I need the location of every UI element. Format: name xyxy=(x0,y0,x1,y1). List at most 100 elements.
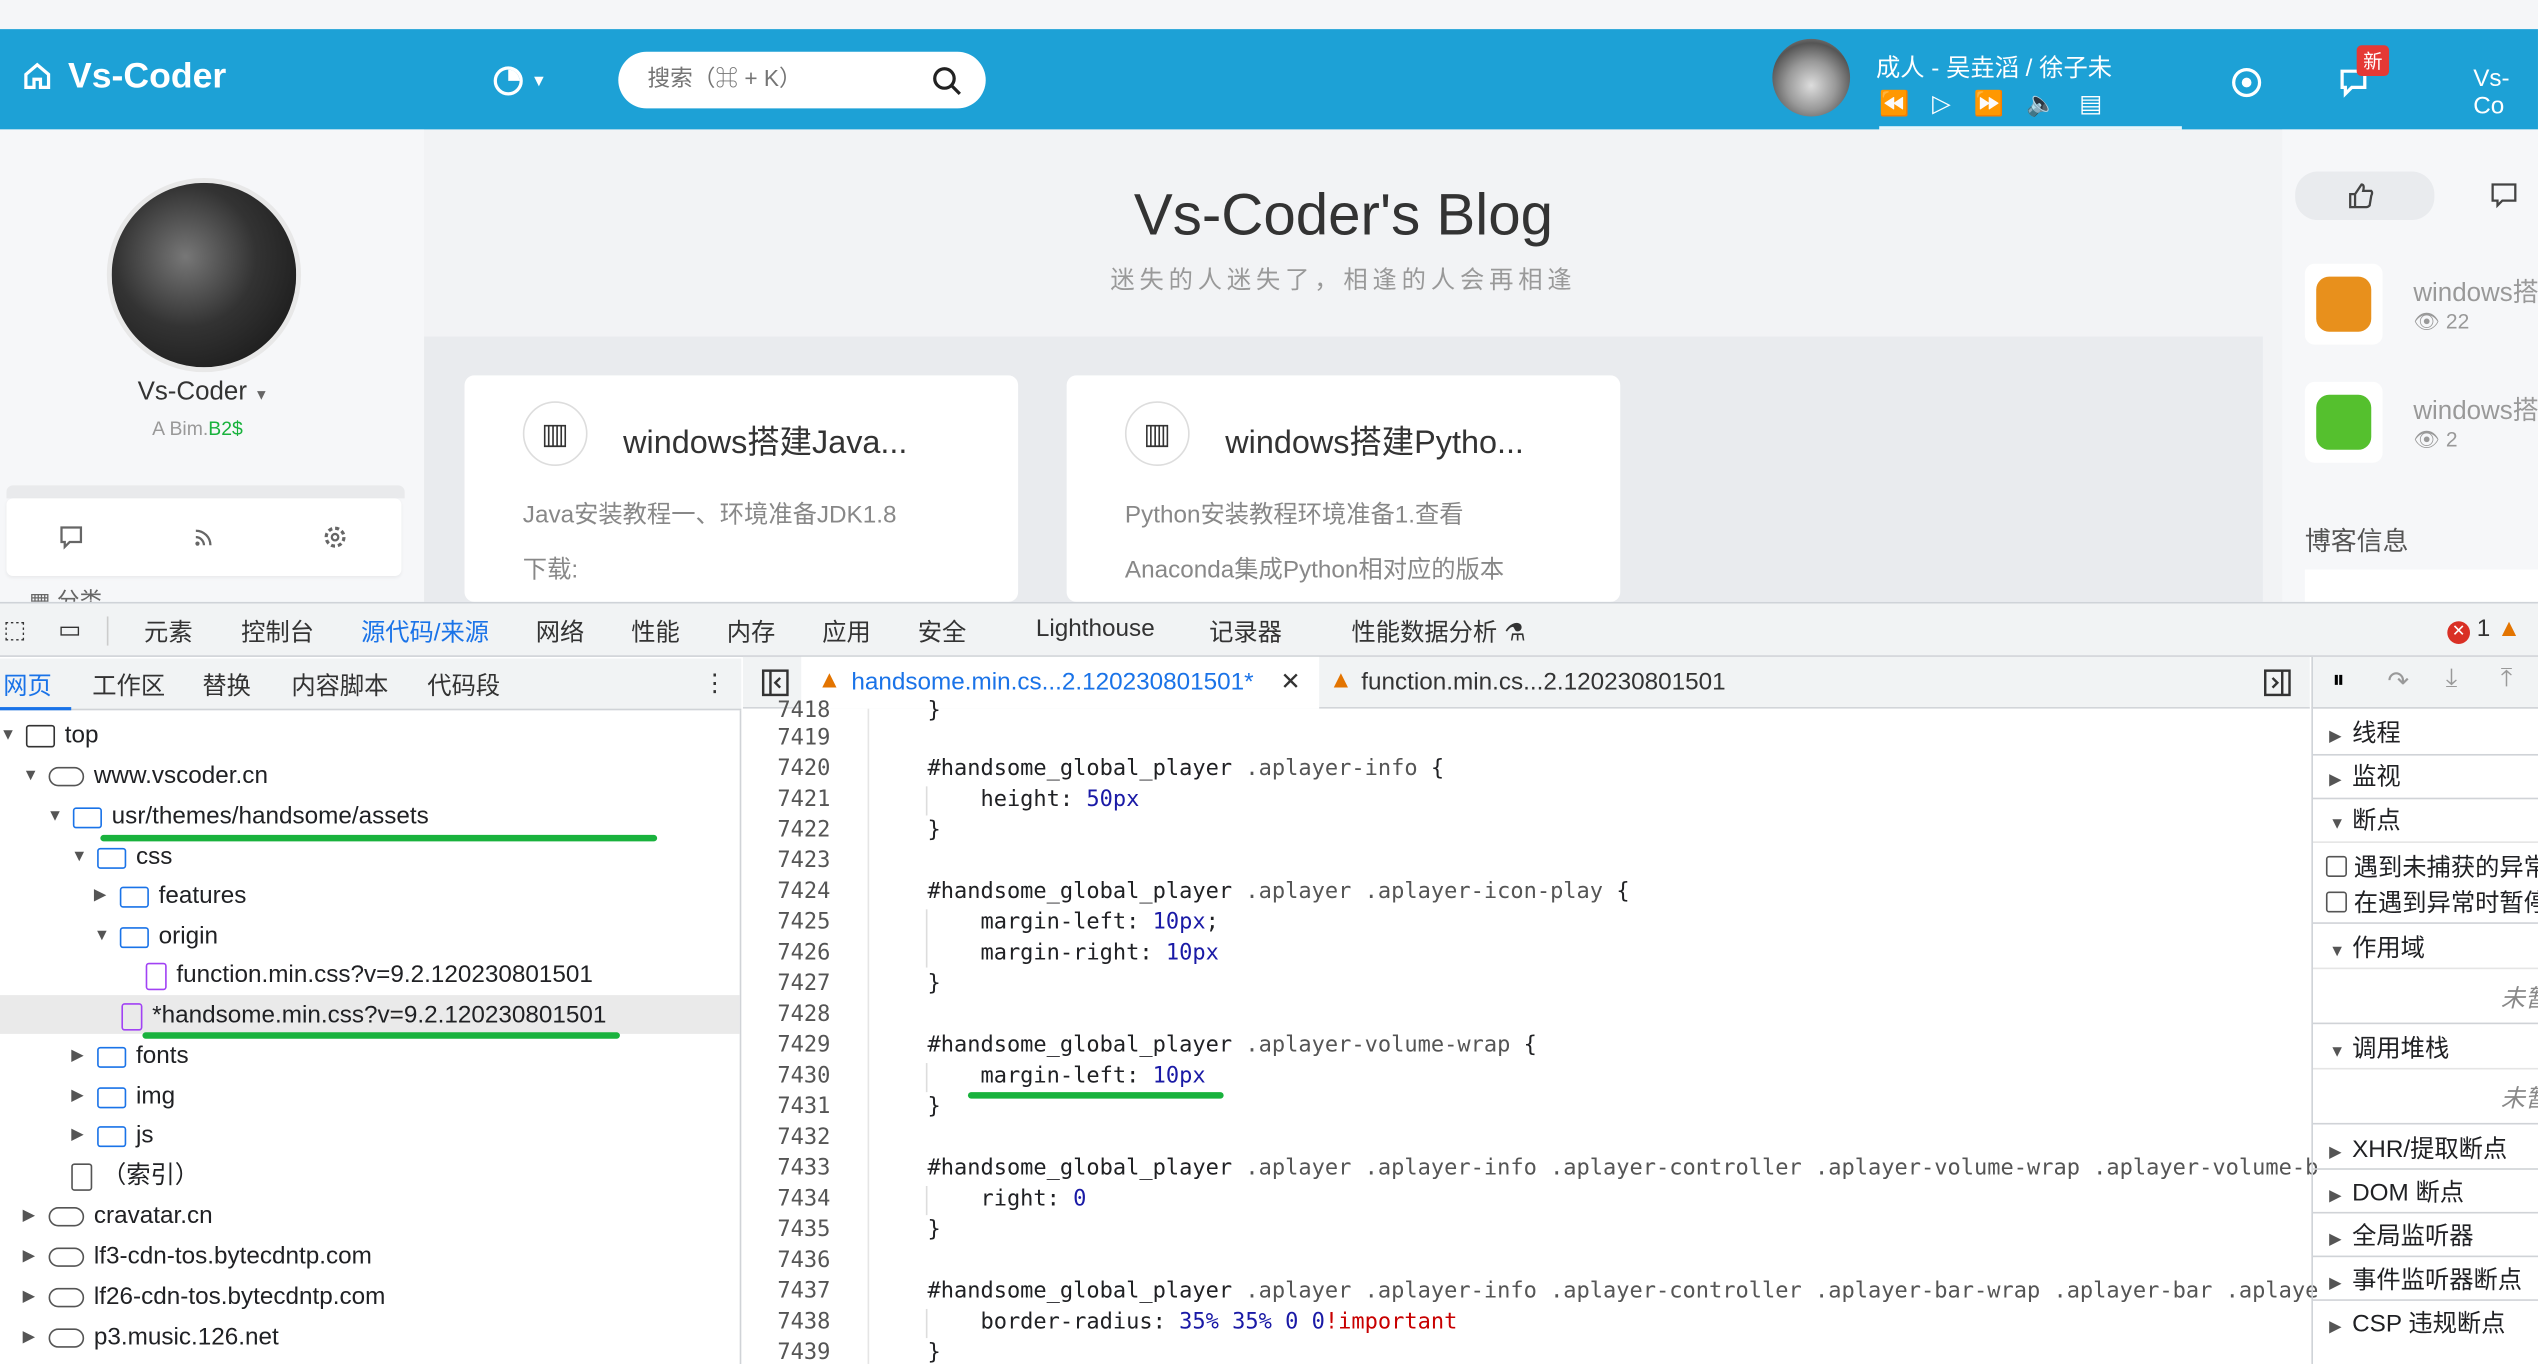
search-icon[interactable] xyxy=(932,66,961,95)
tree-item[interactable]: function.min.css?v=9.2.120230801501 xyxy=(145,956,593,995)
search-input[interactable] xyxy=(647,64,907,91)
indent-guide xyxy=(925,1185,928,1216)
tree-item[interactable]: ▼ css xyxy=(71,838,172,877)
tab-sources[interactable]: 源代码/来源 xyxy=(360,615,490,664)
step-out-icon[interactable]: ⤒ xyxy=(2501,665,2512,694)
blog-info-heading: 博客信息 xyxy=(2304,529,2409,557)
step-over-icon[interactable]: ↷ xyxy=(2387,665,2409,697)
post-card[interactable]: ▥ windows搭建Pytho... Python安装教程环境准备1.查看 An… xyxy=(1066,375,1621,602)
tab-hot[interactable] xyxy=(2295,171,2435,221)
section-threads[interactable]: ▶ 线程 xyxy=(2329,715,2401,749)
device-toggle-icon[interactable]: ▭ xyxy=(58,615,81,644)
tab-application[interactable]: 应用 xyxy=(822,615,871,649)
section-breakpoints[interactable]: ▼ 断点 xyxy=(2329,803,2401,837)
theme-switcher[interactable]: ▼ xyxy=(492,65,547,97)
previous-icon[interactable]: ⏪ xyxy=(1879,89,1909,119)
recent-post[interactable]: windows搭 👁 22 xyxy=(2304,263,2538,348)
close-icon[interactable]: ✕ xyxy=(1280,667,1300,696)
tab-network[interactable]: 网络 xyxy=(536,615,585,649)
blog-subtitle: 迷失的人迷失了，相逢的人会再相逢 xyxy=(1110,266,1577,295)
site-logo[interactable]: Vs-Coder xyxy=(23,55,227,97)
line-number: 7423 xyxy=(777,847,831,874)
lyrics-icon[interactable]: ▤ xyxy=(2079,89,2102,119)
tab-memory[interactable]: 内存 xyxy=(727,615,776,649)
comment-icon[interactable] xyxy=(2489,181,2518,210)
tab-overrides[interactable]: 替换 xyxy=(202,668,251,702)
next-icon[interactable]: ⏩ xyxy=(1973,89,2003,119)
recent-post[interactable]: windows搭 👁 2 xyxy=(2304,381,2538,466)
rss-icon[interactable] xyxy=(191,524,217,550)
section-csp-breakpoints[interactable]: ▶ CSP 违规断点 xyxy=(2329,1306,2505,1340)
code-line: #handsome_global_player .aplayer .aplaye… xyxy=(927,1278,2319,1305)
section-dom-breakpoints[interactable]: ▶ DOM 断点 xyxy=(2329,1175,2464,1209)
user-name[interactable]: Vs-Coder ▼ xyxy=(138,379,269,408)
tree-item[interactable]: ▼ www.vscoder.cn xyxy=(23,757,268,796)
tab-workspace[interactable]: 工作区 xyxy=(92,668,165,702)
tree-item[interactable]: ▶ img xyxy=(71,1078,175,1117)
post-title[interactable]: windows搭 xyxy=(2413,388,2538,427)
tab-lighthouse[interactable]: Lighthouse xyxy=(1036,615,1155,643)
tree-item[interactable]: ▶ lf26-cdn-tos.bytecdntp.com xyxy=(23,1278,386,1317)
step-into-icon[interactable]: ⤓ xyxy=(2446,665,2457,694)
eye-icon: 👁 xyxy=(2413,309,2441,334)
tab-content-scripts[interactable]: 内容脚本 xyxy=(291,668,388,702)
header-right-label[interactable]: Vs-Co xyxy=(2473,65,2538,120)
tree-item[interactable]: ▶ p3.music.126.net xyxy=(23,1319,279,1358)
section-call-stack[interactable]: ▼ 调用堆栈 xyxy=(2329,1031,2449,1065)
section-global-listeners[interactable]: ▶ 全局监听器 xyxy=(2329,1218,2473,1252)
editor-tab[interactable]: ▲ function.min.cs...2.120230801501 xyxy=(1319,657,1772,709)
tree-item[interactable]: ▼ usr/themes/handsome/assets xyxy=(47,798,429,837)
target-icon[interactable] xyxy=(2230,66,2262,98)
checkbox-uncaught[interactable]: 遇到未捕获的异常 xyxy=(2325,849,2538,883)
checkbox-caught[interactable]: 在遇到异常时暂停 xyxy=(2325,885,2538,919)
post-card[interactable]: ▥ windows搭建Java... Java安装教程一、环境准备JDK1.8 下… xyxy=(464,375,1019,602)
post-thumbnail xyxy=(2304,381,2383,463)
inspect-icon[interactable]: ⬚ xyxy=(3,615,26,644)
pause-icon[interactable]: ⏸ xyxy=(2332,667,2344,695)
album-cover[interactable] xyxy=(1772,38,1851,117)
toggle-debugger-icon[interactable] xyxy=(2263,668,2292,697)
tab-performance[interactable]: 性能 xyxy=(631,615,680,649)
tab-console[interactable]: 控制台 xyxy=(241,615,314,649)
tab-security[interactable]: 安全 xyxy=(918,615,967,649)
section-scope[interactable]: ▼ 作用域 xyxy=(2329,930,2425,964)
toggle-navigator-icon[interactable] xyxy=(761,668,790,697)
post-title[interactable]: windows搭 xyxy=(2413,270,2538,309)
section-xhr-breakpoints[interactable]: ▶ XHR/提取断点 xyxy=(2329,1131,2507,1165)
tree-item[interactable]: ▶ lf3-cdn-tos.bytecdntp.com xyxy=(23,1238,372,1277)
tree-item[interactable]: *handsome.min.css?v=9.2.120230801501 xyxy=(121,997,606,1036)
folder-icon xyxy=(97,1086,127,1108)
clock-icon xyxy=(493,66,523,96)
comment-icon[interactable] xyxy=(58,524,84,550)
play-icon[interactable]: ▷ xyxy=(1932,89,1951,119)
tab-elements[interactable]: 元素 xyxy=(144,615,193,649)
post-excerpt: Java安装教程一、环境准备JDK1.8 下载: xyxy=(522,501,897,585)
gear-icon[interactable] xyxy=(322,524,348,550)
tab-page[interactable]: 网页 xyxy=(3,668,52,702)
tree-item[interactable]: （索引） xyxy=(71,1157,199,1196)
tab-recorder[interactable]: 记录器 xyxy=(1209,615,1282,649)
tab-performance-insights[interactable]: 性能数据分析 ⚗ xyxy=(1352,615,1526,649)
folder-icon xyxy=(97,847,127,869)
section-event-listener-breakpoints[interactable]: ▶ 事件监听器断点 xyxy=(2329,1262,2522,1296)
more-icon[interactable]: ⋮ xyxy=(702,668,726,698)
tree-item[interactable]: ▶ js xyxy=(71,1116,153,1155)
tree-item[interactable]: ▶ features xyxy=(94,877,246,916)
section-watch[interactable]: ▶ 监视 xyxy=(2329,759,2401,793)
post-title[interactable]: windows搭建Pytho... xyxy=(1225,416,1524,463)
code-editor[interactable]: 7418 7419 7420 7421 7422 7423 7424 7425 … xyxy=(742,697,2318,1364)
code-line: height: 50px xyxy=(927,786,1140,813)
tree-item[interactable]: ▼ origin xyxy=(94,917,218,956)
tree-item[interactable]: ▼ top xyxy=(0,717,99,756)
tree-item[interactable]: ▶ fonts xyxy=(71,1037,188,1076)
tab-snippets[interactable]: 代码段 xyxy=(427,668,500,702)
site-name: Vs-Coder xyxy=(67,55,227,96)
search-box[interactable] xyxy=(618,51,986,109)
post-title[interactable]: windows搭建Java... xyxy=(623,416,907,463)
tree-item[interactable]: ▶ cravatar.cn xyxy=(23,1197,213,1236)
editor-tab-active[interactable]: ▲ handsome.min.cs...2.120230801501* ✕ xyxy=(801,656,1320,709)
divider xyxy=(2312,922,2538,924)
error-counter[interactable]: ✕ 1 ▲ xyxy=(2447,615,2521,644)
volume-icon[interactable]: 🔈 xyxy=(2026,89,2056,119)
navigator-tabs: 网页 工作区 替换 内容脚本 代码段 ⋮ xyxy=(0,658,742,711)
